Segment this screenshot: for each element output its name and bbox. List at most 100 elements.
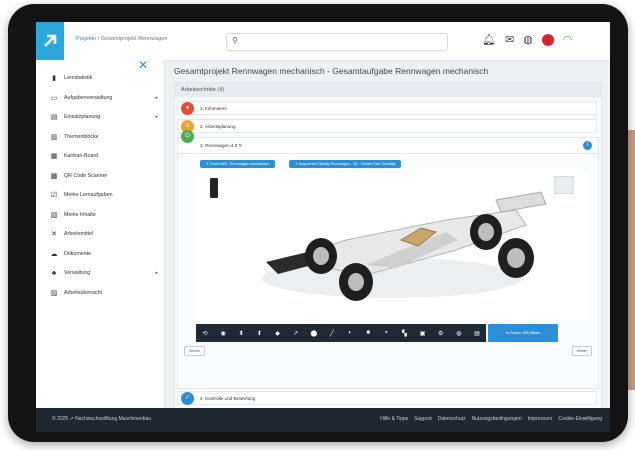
step-row-4[interactable]: ✓ 4. Kontrolle und Bewertung (177, 391, 597, 405)
sidebar-item[interactable]: ▩ QR Code Scanner (50, 170, 158, 182)
info-icon[interactable]: i (583, 141, 592, 150)
resource-tags: ✎ Fusion360 - Rennwagen mechanisch ✎ Aug… (200, 160, 402, 168)
sidebar-item-label: Lernstatistik (64, 75, 93, 81)
app-screen: Projekte / Gesamtprojekt Rennwagen ⚲ 🔔︎ … (36, 22, 610, 432)
viewer-tool-icon[interactable]: ▤ (468, 330, 486, 337)
viewer-tool-icon[interactable]: ◆ (269, 330, 287, 337)
footer-link[interactable]: Datenschutz (438, 416, 466, 422)
ar-resource-tag[interactable]: ✎ Augmented Reality Rennwagen - 3D- / Mo… (289, 160, 402, 168)
viewer-tool-icon[interactable]: ⬆ (250, 330, 268, 337)
viewer-tool-icon[interactable]: ◓ (377, 330, 395, 336)
viewer-tool-icon[interactable]: ⬍ (232, 330, 250, 337)
expand-arrow-icon: ▸ (155, 94, 158, 101)
sidebar-item-label: Meine Lernaufgaben (64, 192, 113, 198)
footer-copyright: © 2025 ↗ Nachwuchsstiftung Maschinenbau (52, 416, 152, 422)
sidebar-item[interactable]: ✕ Arbeitsmittel (50, 228, 158, 240)
connection-icon: ◠ (562, 34, 573, 46)
close-sidebar-icon[interactable]: ✕ (138, 58, 148, 72)
board-icon: ▦ (50, 153, 58, 160)
app-logo[interactable] (36, 22, 64, 60)
footer-link[interactable]: Cookie-Einwilligung (558, 416, 602, 422)
3d-model-viewer[interactable] (196, 170, 588, 320)
sidebar-item-label: Aufgabenverwaltung (64, 94, 113, 101)
sidebar-item-label: Kanban-Board (64, 153, 99, 159)
viewer-tool-icon[interactable]: ▚ (395, 330, 413, 337)
power-icon: ⏻ (181, 130, 194, 143)
folder-icon: ▭ (50, 94, 58, 102)
expand-arrow-icon: ▸ (155, 114, 158, 120)
overview-icon: ▨ (50, 289, 58, 297)
viewer-toolbar: ⟲ ◉ ⬍ ⬆ ◆ ↗ ⬤ ╱ ◐ ■ ◓ ▚ ▣ ⚙ ◍ ▤ (196, 324, 486, 342)
sidebar-item[interactable]: ▮ Lernstatistik (50, 72, 158, 84)
user-avatar[interactable] (541, 34, 554, 46)
cloud-icon: ☁ (50, 250, 58, 258)
sidebar-item[interactable]: ▤ Einsatzplanung ▸ (50, 111, 158, 123)
step-row-2[interactable]: ≡ 2. Arbeitsplanung (177, 119, 597, 133)
step-label: 1. Infomieren (200, 106, 227, 111)
viewer-tool-icon[interactable]: ◍ (450, 330, 468, 337)
viewer-tool-icon[interactable]: ╱ (323, 330, 341, 337)
viewer-tool-icon[interactable]: ◉ (214, 330, 232, 337)
footer-link[interactable]: Support (414, 416, 432, 422)
viewer-side-controls[interactable] (210, 178, 218, 198)
steps-panel: Arbeitsschritte (4) ● 1. Infomieren ≡ 2.… (174, 82, 602, 410)
bell-icon[interactable]: 🔔︎ (482, 31, 496, 49)
sidebar-item-label: Verwaltung (64, 270, 91, 276)
fusion-resource-tag[interactable]: ✎ Fusion360 - Rennwagen mechanisch (200, 160, 276, 168)
viewer-tool-icon[interactable]: ⚙ (432, 330, 450, 337)
footer-link[interactable]: Impressum (528, 416, 553, 422)
sidebar-item[interactable]: ▨ Arbeitsübersicht (50, 287, 158, 299)
viewer-tool-icon[interactable]: ■ (359, 330, 377, 336)
clipboard-icon: ▤ (50, 114, 58, 121)
sidebar-item[interactable]: ☁ Dokumente (50, 248, 158, 260)
footer-link[interactable]: Hilfe & Tipps (380, 416, 408, 422)
sidebar-item[interactable]: ♣ Verwaltung ▸ (50, 267, 158, 279)
content-icon: ▧ (50, 211, 58, 219)
arrow-logo-icon (44, 34, 57, 47)
breadcrumb-link-projekte[interactable]: Projekte (76, 36, 96, 42)
chart-icon: ▮ (52, 75, 56, 82)
sidebar-item[interactable]: ▭ Aufgabenverwaltung ▸ (50, 92, 158, 104)
check-icon: ✓ (181, 392, 194, 405)
breadcrumb: Projekte / Gesamtprojekt Rennwagen (76, 36, 167, 42)
view-cube-icon[interactable] (554, 176, 574, 194)
back-button[interactable]: Zurück (184, 346, 205, 356)
step-row-3-expanded: 3. Rennwagen 4.0 ✎ i ⏻ ✎ Fusion360 - Ren… (177, 130, 599, 389)
viewer-tool-icon[interactable]: ⬤ (305, 330, 323, 337)
sidebar-item[interactable]: ▧ Meine Inhalte (50, 209, 158, 221)
tools-icon: ✕ (51, 231, 57, 238)
sidebar-item-label: Arbeitsübersicht (64, 289, 102, 296)
search-icon: ⚲ (232, 36, 238, 45)
top-bar-icons: 🔔︎ ✉ ◍ ◠ (482, 31, 572, 49)
race-car-model-image (262, 191, 547, 301)
sidebar-item-label: Dokumente (64, 250, 92, 257)
step-row-1[interactable]: ● 1. Infomieren (177, 101, 597, 115)
chat-icon[interactable]: ✉ (505, 31, 514, 49)
open-in-fusion-button[interactable]: In Fusion 360 öffnen (488, 324, 558, 342)
footer: © 2025 ↗ Nachwuchsstiftung Maschinenbau … (36, 408, 610, 432)
main-content: Gesamtprojekt Rennwagen mechanisch - Ges… (164, 60, 610, 410)
task-icon: ☑ (50, 192, 58, 199)
viewer-tool-icon[interactable]: ▣ (414, 330, 432, 337)
sidebar-item-label: QR Code Scanner (64, 172, 108, 179)
next-button[interactable]: Weiter (571, 346, 592, 356)
sidebar-item[interactable]: ▥ Themenblöcke (50, 131, 158, 143)
search-input[interactable]: ⚲ (226, 33, 448, 51)
people-icon: ♣ (51, 269, 57, 277)
step-label: 4. Kontrolle und Bewertung (200, 396, 256, 401)
sidebar-item[interactable]: ☑ Meine Lernaufgaben (50, 189, 158, 201)
expand-arrow-icon: ▸ (155, 270, 158, 276)
sidebar-item-label: Arbeitsmittel (64, 231, 94, 237)
globe-icon[interactable]: ◍ (523, 31, 533, 49)
top-bar: Projekte / Gesamtprojekt Rennwagen ⚲ 🔔︎ … (36, 22, 610, 61)
footer-link[interactable]: Nutzungsbedingungen (472, 416, 522, 422)
sidebar-item-label: Einsatzplanung (64, 114, 101, 120)
viewer-tool-icon[interactable]: ⟲ (196, 330, 214, 337)
viewer-tool-icon[interactable]: ◐ (341, 330, 359, 336)
book-icon: ▥ (50, 133, 58, 141)
lightbulb-icon: ● (181, 102, 194, 115)
viewer-tool-icon[interactable]: ↗ (287, 330, 305, 337)
step-3-header[interactable]: 3. Rennwagen 4.0 ✎ i (178, 138, 598, 154)
sidebar-item[interactable]: ▦ Kanban-Board (50, 150, 158, 162)
sidebar-item-label: Meine Inhalte (64, 211, 96, 218)
